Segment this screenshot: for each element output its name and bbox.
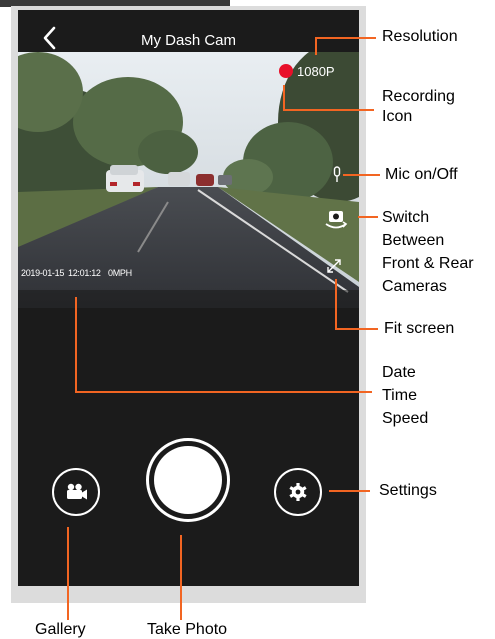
- recording-icon-callout-line1: Recording: [382, 88, 455, 105]
- switch-callout-line2: Between: [382, 232, 445, 249]
- switch-callout-line4: Cameras: [382, 278, 447, 295]
- fit-screen-callout: Fit screen: [384, 320, 455, 337]
- settings-callout: Settings: [379, 482, 437, 499]
- date-callout: Date: [382, 364, 416, 381]
- speed-callout: Speed: [382, 410, 429, 427]
- time-callout: Time: [382, 387, 417, 404]
- switch-callout-line3: Front & Rear: [382, 255, 474, 272]
- gallery-callout: Gallery: [35, 621, 86, 638]
- recording-icon-callout-line2: Icon: [382, 108, 413, 125]
- take-photo-callout: Take Photo: [147, 621, 228, 638]
- switch-callout-line1: Switch: [382, 209, 430, 226]
- mic-callout: Mic on/Off: [385, 166, 458, 183]
- resolution-callout: Resolution: [382, 28, 458, 45]
